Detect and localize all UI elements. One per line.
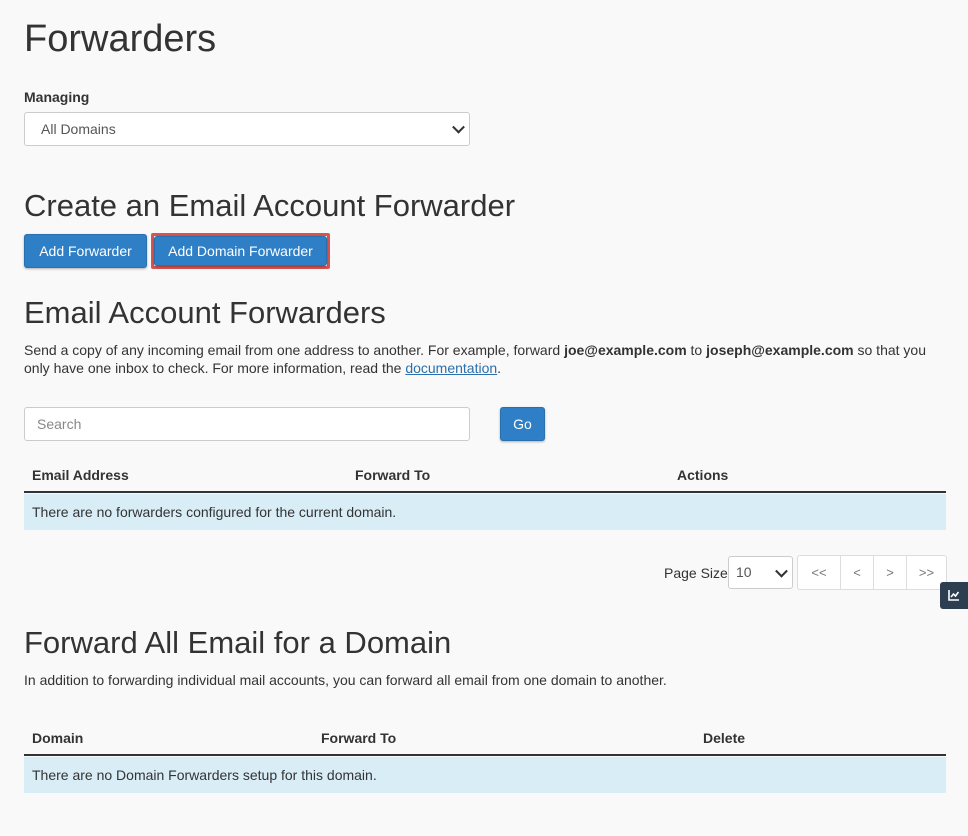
chart-line-icon xyxy=(948,590,960,601)
domain-forwarders-empty-row: There are no Domain Forwarders setup for… xyxy=(24,757,946,793)
description-period: . xyxy=(497,360,502,376)
managing-domain-select-value: All Domains xyxy=(41,121,116,137)
managing-domain-select[interactable]: All Domains xyxy=(24,112,470,146)
description-text: Send a copy of any incoming email from o… xyxy=(24,342,565,358)
next-page-button[interactable]: > xyxy=(873,556,906,589)
column-header-forward-to[interactable]: Forward To xyxy=(321,722,396,754)
previous-page-button[interactable]: < xyxy=(840,556,873,589)
add-domain-forwarder-button[interactable]: Add Domain Forwarder xyxy=(154,236,327,266)
page-size-label: Page Size xyxy=(664,565,728,581)
forward-all-email-heading: Forward All Email for a Domain xyxy=(24,625,452,660)
column-header-delete: Delete xyxy=(703,730,746,746)
domain-forwarders-description: In addition to forwarding individual mai… xyxy=(24,672,667,688)
email-account-forwarders-heading: Email Account Forwarders xyxy=(24,295,386,330)
chevron-down-icon xyxy=(452,120,465,134)
forwarders-empty-row: There are no forwarders configured for t… xyxy=(24,494,946,530)
description-text-to: to xyxy=(686,342,707,358)
side-stats-tab[interactable] xyxy=(940,582,968,609)
column-header-email-address[interactable]: Email Address xyxy=(32,459,129,491)
example-to-address: joseph@example.com xyxy=(706,342,854,358)
page-size-select[interactable]: 10 xyxy=(728,556,793,589)
page-size-value: 10 xyxy=(736,564,752,580)
column-header-actions: Actions xyxy=(677,467,729,483)
page-title: Forwarders xyxy=(24,18,217,60)
managing-label: Managing xyxy=(24,89,90,105)
go-button[interactable]: Go xyxy=(500,407,545,441)
documentation-link[interactable]: documentation xyxy=(405,360,497,376)
first-page-button[interactable]: << xyxy=(798,556,840,589)
search-input[interactable] xyxy=(24,407,470,441)
chevron-down-icon xyxy=(775,564,788,578)
create-forwarder-heading: Create an Email Account Forwarder xyxy=(24,188,516,223)
domain-forwarders-table-header: Domain Forward To Delete xyxy=(24,722,946,756)
pagination: << < > >> xyxy=(797,555,947,590)
column-header-domain[interactable]: Domain xyxy=(32,722,83,754)
add-forwarder-button[interactable]: Add Forwarder xyxy=(24,234,147,268)
example-from-address: joe@example.com xyxy=(564,342,687,358)
account-forwarders-description: Send a copy of any incoming email from o… xyxy=(24,341,946,377)
column-header-forward-to[interactable]: Forward To xyxy=(355,459,430,491)
forwarders-table-header: Email Address Forward To Actions xyxy=(24,459,946,493)
